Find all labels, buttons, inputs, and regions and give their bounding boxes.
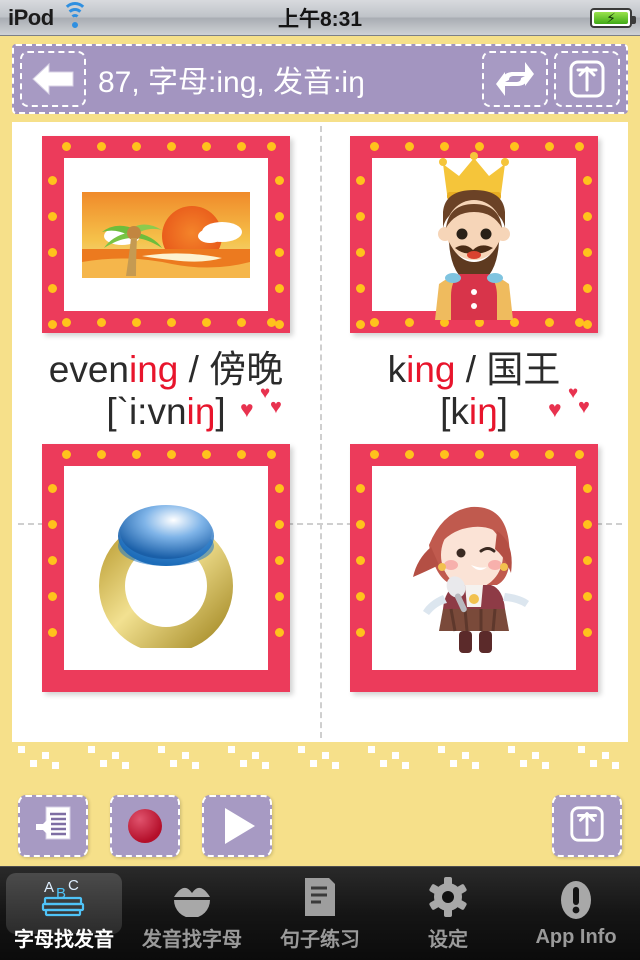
status-right: ⚡ (432, 7, 636, 28)
picture-frame (42, 136, 290, 334)
heart-icon: ♥ (240, 396, 254, 422)
picture-frame (350, 136, 598, 334)
ring-illustration (91, 488, 241, 648)
king-illustration (409, 150, 539, 320)
play-triangle-icon (225, 808, 255, 844)
card-board: evening / 傍晚 [`i:vniŋ] ♥ ♥ ♥ king / 国王 [… (12, 122, 628, 742)
wifi-icon (61, 1, 88, 28)
heart-icon: ♥ (270, 396, 282, 418)
heart-icon: ♥ (548, 396, 562, 422)
tab-bar: A B C 字母找发音 发音找字母 句子练习 设定 App Info (0, 866, 640, 960)
singing-girl-illustration (409, 481, 539, 656)
picture-frame (42, 444, 290, 692)
phonetic-prefix: [k (440, 390, 469, 432)
heart-icon: ♥ (568, 383, 579, 402)
app-root: iPod 上午8:31 ⚡ 87, 字母:ing, 发音:iŋ evening … (0, 0, 640, 960)
export-button-header[interactable] (554, 51, 620, 107)
lace-scallop-decoration (0, 742, 640, 786)
word-card-king[interactable]: king / 国王 [kiŋ] ♥ ♥ ♥ (320, 122, 628, 432)
arrow-left-icon (31, 62, 75, 96)
word-highlight: ing (129, 349, 179, 391)
word-card-sing[interactable] (320, 432, 628, 742)
header-bar: 87, 字母:ing, 发音:iŋ (0, 36, 640, 122)
tab-app-info[interactable]: App Info (512, 867, 640, 960)
phonetic-line: [kiŋ] (440, 391, 508, 432)
svg-text:B: B (56, 885, 66, 902)
word-prefix: even (48, 349, 129, 391)
action-toolbar (0, 786, 640, 866)
phonetic-suffix: ] (215, 390, 226, 432)
status-time: 上午8:31 (277, 7, 363, 31)
carrier-label: iPod (8, 4, 54, 30)
read-aloud-button[interactable] (18, 795, 88, 857)
tab-letter-to-sound[interactable]: A B C 字母找发音 (0, 867, 128, 960)
shuffle-arrows-icon (495, 58, 535, 100)
phonetic-prefix: [`i:vn (106, 390, 187, 432)
phonetic-highlight: iŋ (186, 390, 216, 432)
info-exclamation-icon (556, 878, 596, 922)
record-dot-icon (128, 809, 162, 843)
word-card-evening[interactable]: evening / 傍晚 [`i:vniŋ] ♥ ♥ ♥ (12, 122, 320, 432)
abc-books-icon: A B C (39, 875, 89, 919)
picture-frame (350, 444, 598, 692)
tab-sentence-practice[interactable]: 句子练习 (256, 867, 384, 960)
tab-settings[interactable]: 设定 (384, 867, 512, 960)
hearts-rating: ♥ ♥ ♥ (240, 383, 288, 422)
mouth-sound-icon (170, 875, 214, 919)
word-highlight: ing (406, 349, 456, 391)
gear-icon (427, 875, 469, 919)
heart-icon: ♥ (578, 396, 590, 418)
phonetic-highlight: iŋ (468, 390, 498, 432)
status-bar: iPod 上午8:31 ⚡ (0, 0, 640, 36)
export-box-icon (567, 58, 607, 100)
speaker-document-icon (33, 804, 73, 849)
back-button[interactable] (20, 51, 86, 107)
svg-text:C: C (68, 877, 79, 894)
status-left: iPod (8, 1, 208, 31)
word-line: king / 国王 (388, 349, 561, 390)
battery-charging-icon: ⚡ (590, 7, 636, 28)
word-separator: / (178, 349, 210, 391)
tab-label: 发音找字母 (142, 929, 242, 951)
play-button[interactable] (202, 795, 272, 857)
tab-label: App Info (535, 926, 617, 948)
word-separator: / (455, 349, 487, 391)
hearts-rating: ♥ ♥ ♥ (548, 383, 596, 422)
export-box-icon (568, 804, 606, 849)
tab-label: 字母找发音 (14, 929, 114, 951)
evening-sunset-illustration (82, 191, 250, 278)
page-title: 87, 字母:ing, 发音:iŋ (98, 66, 365, 99)
svg-text:A: A (44, 879, 54, 896)
document-lines-icon (303, 875, 337, 919)
word-prefix: k (387, 349, 407, 391)
tab-label: 句子练习 (280, 929, 360, 951)
export-button-toolbar[interactable] (552, 795, 622, 857)
record-button[interactable] (110, 795, 180, 857)
bottom-panel (0, 742, 640, 866)
phonetic-line: [`i:vniŋ] (106, 391, 225, 432)
tab-sound-to-letter[interactable]: 发音找字母 (128, 867, 256, 960)
shuffle-button[interactable] (482, 51, 548, 107)
heart-icon: ♥ (260, 383, 271, 402)
word-card-ring[interactable] (12, 432, 320, 742)
phonetic-suffix: ] (497, 390, 508, 432)
tab-label: 设定 (428, 929, 468, 951)
